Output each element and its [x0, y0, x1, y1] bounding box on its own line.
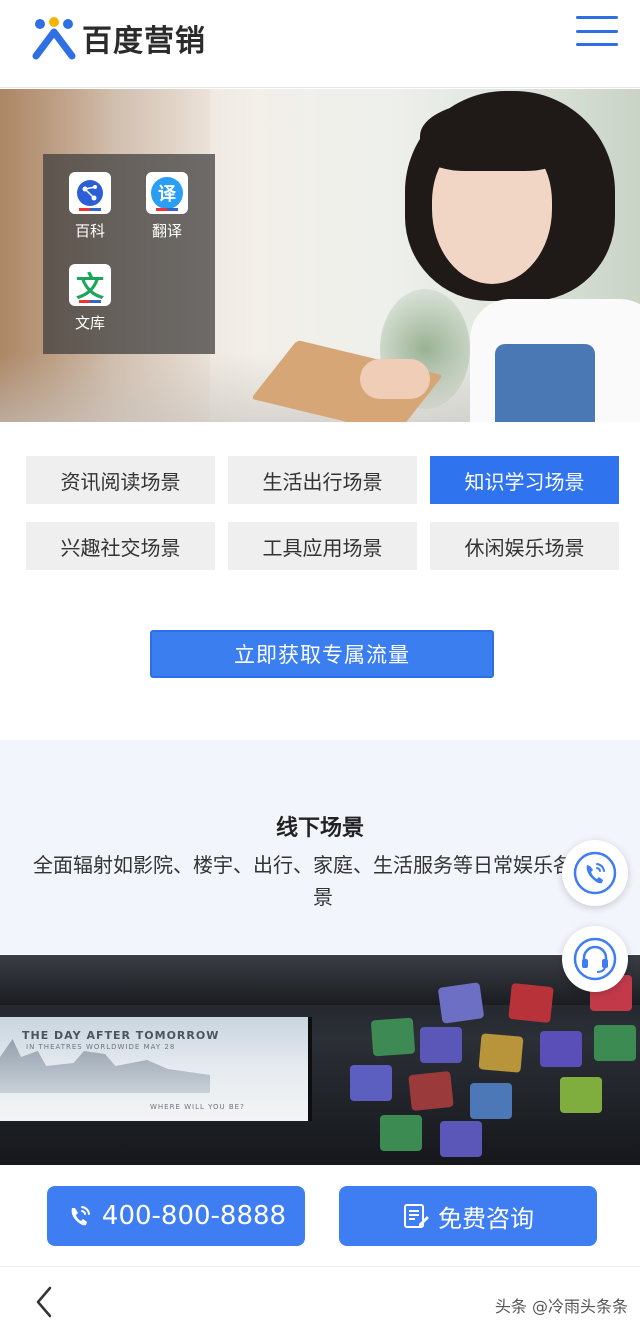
menu-icon[interactable] [576, 14, 618, 48]
headset-icon [573, 937, 617, 981]
back-arrow-icon[interactable] [30, 1285, 60, 1319]
offline-section [0, 740, 640, 954]
logo-text: 百度营销 [82, 24, 206, 59]
app-wenku[interactable]: 文 文库 [60, 264, 120, 333]
cinema-image: THE DAY AFTER TOMORROW IN THEATRES WORLD… [0, 955, 640, 1165]
tab-news-reading[interactable]: 资讯阅读场景 [26, 456, 215, 504]
customer-service-float-button[interactable] [562, 926, 628, 992]
logo-icon [32, 17, 76, 60]
header: 百度营销 [0, 0, 640, 88]
phone-button[interactable]: 400-800-8888 [47, 1186, 305, 1246]
app-label-wenku: 文库 [74, 314, 105, 332]
baike-icon [69, 172, 111, 214]
call-float-button[interactable] [562, 840, 628, 906]
free-consult-label: 免费咨询 [438, 1204, 534, 1233]
app-label-baike: 百科 [74, 222, 105, 240]
edit-form-icon [404, 1204, 429, 1228]
browser-nav-bar: 头条 @冷雨头条条 [0, 1266, 640, 1335]
screen-title: THE DAY AFTER TOMORROW [22, 1029, 220, 1042]
phone-icon [71, 1206, 90, 1226]
cinema-screen: THE DAY AFTER TOMORROW IN THEATRES WORLD… [0, 1017, 312, 1121]
phone-number: 400-800-8888 [101, 1201, 287, 1231]
watermark: 头条 @冷雨头条条 [494, 1297, 628, 1316]
tab-life-travel[interactable]: 生活出行场景 [228, 456, 417, 504]
tab-leisure-entertainment[interactable]: 休闲娱乐场景 [430, 522, 619, 570]
screen-subtitle: IN THEATRES WORLDWIDE MAY 28 [26, 1043, 176, 1051]
app-baike[interactable]: 百科 [60, 172, 120, 241]
offline-title: 线下场景 [275, 816, 364, 841]
phone-call-icon [573, 851, 617, 895]
get-traffic-button[interactable]: 立即获取专属流量 [150, 630, 494, 678]
free-consult-button[interactable]: 免费咨询 [339, 1186, 597, 1246]
baidu-marketing-logo[interactable]: 百度营销 [30, 16, 206, 60]
bottom-action-bar: 400-800-8888 免费咨询 [0, 1166, 640, 1266]
translate-icon: 译 [146, 172, 188, 214]
app-panel: 百科 译 翻译 文 文库 [43, 154, 215, 354]
app-translate[interactable]: 译 翻译 [137, 172, 197, 241]
offline-description: 全面辐射如影院、楼宇、出行、家庭、生活服务等日常娱乐各个场景 [33, 853, 613, 909]
tab-social-interest[interactable]: 兴趣社交场景 [26, 522, 215, 570]
tab-knowledge-learning[interactable]: 知识学习场景 [430, 456, 619, 504]
app-label-translate: 翻译 [151, 222, 182, 240]
wenku-icon: 文 [69, 264, 111, 306]
screen-tagline: WHERE WILL YOU BE? [150, 1103, 245, 1111]
tab-tool-apps[interactable]: 工具应用场景 [228, 522, 417, 570]
